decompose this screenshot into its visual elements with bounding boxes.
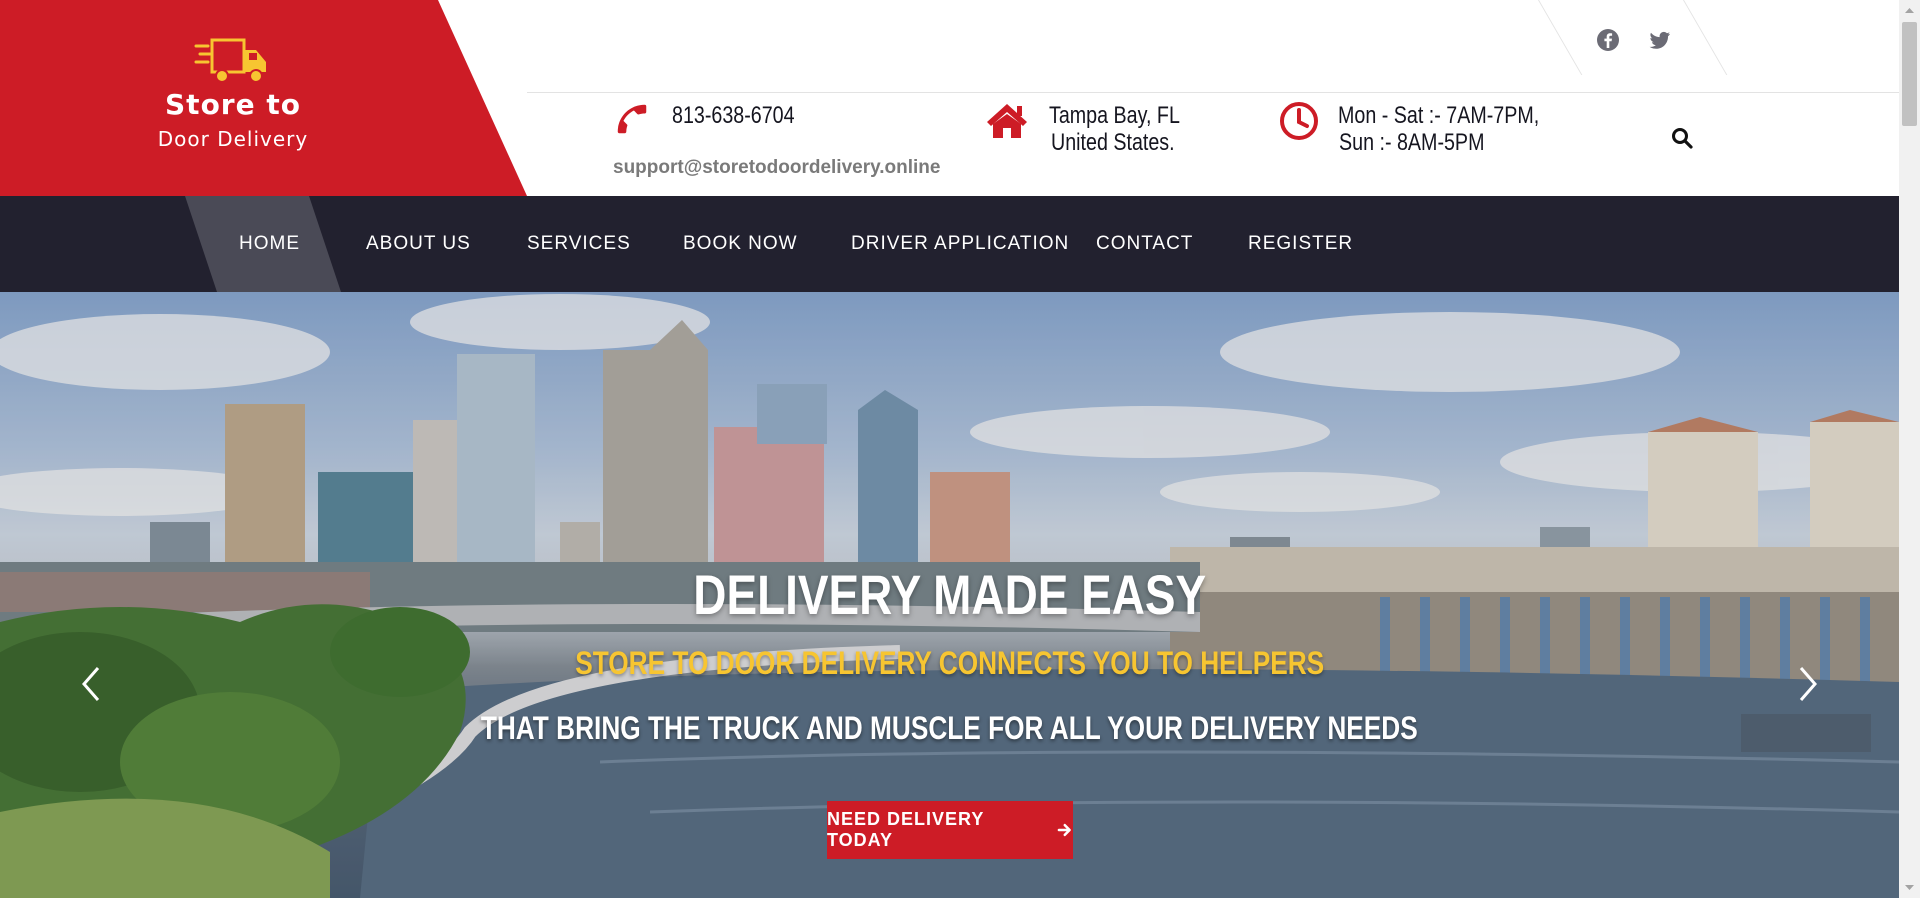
nav-item-contact[interactable]: CONTACT	[1096, 196, 1193, 292]
hours-line-1: Mon - Sat :- 7AM-7PM,	[1338, 102, 1540, 129]
phone-icon	[617, 104, 647, 134]
home-icon	[987, 104, 1027, 138]
hero-subtitle: STORE TO DOOR DELIVERY CONNECTS YOU TO H…	[575, 645, 1324, 681]
twitter-icon[interactable]	[1648, 28, 1672, 52]
clock-icon	[1280, 102, 1318, 140]
slider-next-arrow-icon[interactable]	[1793, 664, 1823, 704]
social-divider	[1538, 0, 1583, 75]
hero-slider: DELIVERY MADE EASY STORE TO DOOR DELIVER…	[0, 292, 1899, 898]
scroll-down-arrow-icon[interactable]	[1904, 882, 1915, 893]
scroll-up-arrow-icon[interactable]	[1904, 5, 1915, 16]
need-delivery-button[interactable]: NEED DELIVERY TODAY	[827, 801, 1073, 859]
slider-prev-arrow-icon[interactable]	[76, 664, 106, 704]
search-icon[interactable]	[1670, 126, 1694, 150]
nav-item-register[interactable]: REGISTER	[1248, 196, 1353, 292]
scrollbar-thumb[interactable]	[1902, 22, 1917, 126]
facebook-icon[interactable]	[1596, 28, 1620, 52]
site-header: Store to Door Delivery 813-638-6704 supp…	[0, 0, 1899, 196]
hero-tagline: THAT BRING THE TRUCK AND MUSCLE FOR ALL …	[481, 710, 1418, 746]
phone-number[interactable]: 813-638-6704	[672, 102, 795, 129]
page-scrollbar[interactable]	[1899, 0, 1920, 898]
nav-item-driver-application[interactable]: DRIVER APPLICATION	[851, 196, 1069, 292]
main-nav: HOME ABOUT US SERVICES BOOK NOW DRIVER A…	[0, 196, 1899, 292]
logo-title: Store to	[165, 88, 301, 121]
hours-line-2: Sun :- 8AM-5PM	[1339, 129, 1485, 156]
truck-logo-icon	[194, 38, 266, 83]
email-link[interactable]: support@storetodoordelivery.online	[613, 157, 940, 179]
slide-indicator[interactable]	[1741, 714, 1871, 752]
address-line-1: Tampa Bay, FL	[1049, 102, 1180, 129]
address-line-2: United States.	[1051, 129, 1175, 156]
nav-item-services[interactable]: SERVICES	[527, 196, 631, 292]
cta-label: NEED DELIVERY TODAY	[827, 809, 985, 850]
nav-item-home[interactable]: HOME	[239, 196, 300, 292]
hero-title: DELIVERY MADE EASY	[693, 563, 1206, 626]
nav-item-book-now[interactable]: BOOK NOW	[683, 196, 798, 292]
social-links	[1538, 0, 1728, 75]
logo-subtitle: Door Delivery	[157, 127, 309, 151]
social-divider	[1683, 0, 1728, 75]
header-divider	[527, 92, 1899, 93]
nav-item-about-us[interactable]: ABOUT US	[366, 196, 471, 292]
arrow-right-icon	[1058, 823, 1072, 837]
